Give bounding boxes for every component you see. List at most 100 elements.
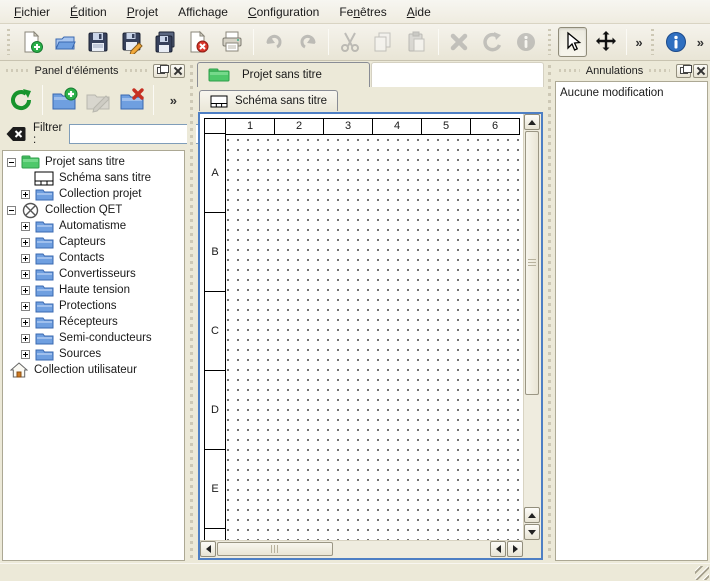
new-category-icon [50, 86, 78, 114]
close-panel-button[interactable] [170, 64, 185, 78]
row-header: A [204, 133, 226, 213]
save-all-button[interactable] [150, 27, 179, 57]
float-panel-button[interactable] [676, 64, 691, 78]
diagram-info-button[interactable] [661, 27, 690, 57]
scroll-left-button[interactable] [200, 541, 216, 557]
rotate-icon [481, 30, 505, 54]
expand-icon[interactable] [21, 238, 30, 247]
scroll-up-button-2[interactable] [524, 507, 540, 523]
new-document-button[interactable] [17, 27, 46, 57]
toolbar-grip[interactable] [546, 29, 553, 55]
scroll-right-button[interactable] [507, 541, 523, 557]
delete-category-button[interactable] [115, 83, 149, 117]
folder-icon [34, 299, 54, 314]
undo-panel-header[interactable]: Annulations [553, 61, 710, 80]
schema-tab-bar: Schéma sans titre [196, 87, 546, 111]
expand-icon[interactable] [21, 286, 30, 295]
tree-item-recepteurs[interactable]: Récepteurs [5, 314, 184, 330]
tab-projet-sans-titre[interactable]: Projet sans titre [197, 62, 370, 87]
undo-list-item[interactable]: Aucune modification [560, 85, 703, 101]
horizontal-scroll-thumb[interactable] [217, 542, 333, 556]
vertical-scroll-thumb[interactable] [525, 131, 539, 395]
tree-item-capteurs[interactable]: Capteurs [5, 234, 184, 250]
menu-fenetres[interactable]: Fenêtres [329, 0, 396, 23]
resize-grip-icon[interactable] [695, 566, 709, 580]
vertical-scrollbar[interactable] [523, 114, 541, 540]
clear-filter-icon[interactable] [6, 126, 26, 142]
close-file-button[interactable] [184, 27, 213, 57]
menu-affichage[interactable]: Affichage [168, 0, 238, 23]
right-splitter[interactable] [546, 61, 553, 563]
menu-fichier[interactable]: Fichier [4, 0, 60, 23]
edit-category-button [81, 83, 115, 117]
expand-icon[interactable] [21, 190, 30, 199]
folder-icon [34, 347, 54, 362]
menu-aide[interactable]: Aide [397, 0, 441, 23]
column-headers: 1 2 3 4 5 6 [204, 118, 520, 135]
expand-icon[interactable] [21, 270, 30, 279]
toolbar-grip[interactable] [5, 29, 12, 55]
menu-bar: Fichier Édition Projet Affichage Configu… [0, 0, 710, 24]
menu-configuration[interactable]: Configuration [238, 0, 329, 23]
editor-area: Projet sans titre Schéma sans titre 1 2 … [196, 61, 546, 563]
save-button[interactable] [84, 27, 113, 57]
expand-icon[interactable] [21, 334, 30, 343]
select-tool-button[interactable] [558, 27, 587, 57]
tab-schema-sans-titre[interactable]: Schéma sans titre [199, 90, 338, 111]
tree-item-contacts[interactable]: Contacts [5, 250, 184, 266]
close-panel-button[interactable] [693, 64, 708, 78]
tree-item-convertisseurs[interactable]: Convertisseurs [5, 266, 184, 282]
tree-item-collection-projet[interactable]: Collection projet [5, 186, 184, 202]
elements-panel-header[interactable]: Panel d'éléments [0, 61, 187, 80]
collapse-icon[interactable] [7, 158, 16, 167]
delete-category-icon [118, 86, 146, 114]
menu-edition[interactable]: Édition [60, 0, 117, 23]
expand-icon[interactable] [21, 302, 30, 311]
reload-collections-button[interactable] [4, 83, 38, 117]
float-panel-button[interactable] [153, 64, 168, 78]
tree-item-collection-qet[interactable]: Collection QET [5, 202, 184, 218]
folder-icon [34, 219, 54, 234]
tree-item-automatisme[interactable]: Automatisme [5, 218, 184, 234]
toolbar-overflow-button[interactable]: » [631, 35, 646, 50]
float-icon [680, 67, 688, 74]
elements-panel-title: Panel d'éléments [32, 65, 120, 77]
tree-item-semi-conducteurs[interactable]: Semi-conducteurs [5, 330, 184, 346]
horizontal-scrollbar[interactable] [200, 540, 523, 558]
panel-toolbar-overflow-button[interactable]: » [170, 93, 183, 108]
menu-projet[interactable]: Projet [117, 0, 168, 23]
collapse-icon[interactable] [7, 206, 16, 215]
new-category-button[interactable] [47, 83, 81, 117]
new-document-icon [20, 30, 44, 54]
expand-icon[interactable] [21, 254, 30, 263]
scroll-left-button-2[interactable] [490, 541, 506, 557]
tree-item-projet-sans-titre[interactable]: Projet sans titre [5, 154, 184, 170]
tree-item-collection-utilisateur[interactable]: Collection utilisateur [5, 362, 184, 378]
schema-canvas[interactable]: 1 2 3 4 5 6 A B C D E [198, 112, 543, 560]
scroll-down-button[interactable] [524, 524, 540, 540]
tree-item-sources[interactable]: Sources [5, 346, 184, 362]
folder-icon [34, 331, 54, 346]
save-as-button[interactable] [117, 27, 146, 57]
move-tool-button[interactable] [591, 27, 620, 57]
delete-button [445, 27, 474, 57]
schema-view[interactable]: 1 2 3 4 5 6 A B C D E [200, 114, 523, 540]
left-splitter[interactable] [187, 61, 196, 563]
row-header: E [204, 449, 226, 529]
tree-item-schema-sans-titre[interactable]: Schéma sans titre [5, 170, 184, 186]
expand-icon[interactable] [21, 350, 30, 359]
tree-item-haute-tension[interactable]: Haute tension [5, 282, 184, 298]
row-headers: A B C D E [204, 134, 226, 540]
paste-icon [405, 30, 429, 54]
scroll-up-button[interactable] [524, 114, 540, 130]
expand-icon[interactable] [21, 222, 30, 231]
expand-icon[interactable] [21, 318, 30, 327]
toolbar-overflow-button[interactable]: » [693, 35, 708, 50]
print-button[interactable] [217, 27, 246, 57]
tab-bar-empty-area [371, 62, 544, 87]
float-icon [157, 67, 165, 74]
tree-item-protections[interactable]: Protections [5, 298, 184, 314]
open-project-button[interactable] [50, 27, 79, 57]
toolbar-grip[interactable] [650, 29, 657, 55]
arrow-up-icon [528, 120, 536, 125]
